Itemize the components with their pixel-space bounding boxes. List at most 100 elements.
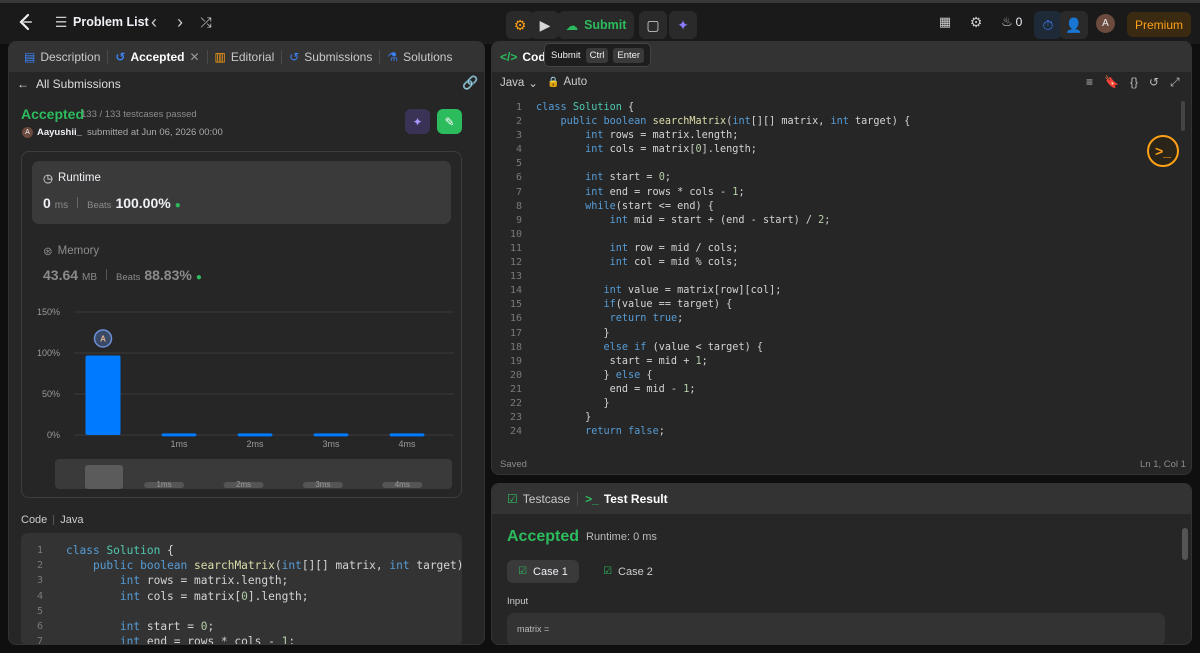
tab-submissions[interactable]: ↺ Submissions bbox=[282, 42, 379, 72]
braces-icon[interactable]: {} bbox=[1130, 75, 1138, 90]
write-solution-button[interactable]: ✎ bbox=[437, 109, 462, 134]
line-number: 18 bbox=[509, 341, 522, 353]
prev-problem-icon[interactable]: ‹ bbox=[146, 11, 162, 33]
next-problem-icon[interactable]: › bbox=[172, 11, 188, 33]
tab-label: Editorial bbox=[230, 50, 275, 64]
code-editor-panel: </> Code Submit Ctrl Enter Java ⌄ 🔒 Auto ≡ 🔖… bbox=[491, 41, 1192, 475]
submit-label: Submit bbox=[584, 18, 627, 32]
beats-badge-icon: ● bbox=[195, 272, 202, 283]
submission-status: Accepted bbox=[21, 106, 85, 122]
tab-label: Submissions bbox=[304, 50, 373, 64]
ai-assistant-button[interactable]: ✦ bbox=[669, 11, 697, 39]
submit-button[interactable]: ☁ Submit bbox=[558, 11, 634, 39]
settings-icon[interactable]: ⚙ bbox=[967, 13, 985, 31]
terminal-icon: >_ bbox=[585, 492, 599, 506]
problem-list-link[interactable]: Problem List bbox=[73, 13, 149, 31]
analyze-ai-button[interactable]: ✦ bbox=[405, 109, 430, 134]
case-2-button[interactable]: ☑ Case 2 bbox=[592, 560, 664, 583]
reset-icon[interactable]: ↺ bbox=[1149, 75, 1159, 90]
user-avatar: A bbox=[22, 127, 33, 138]
code-line: 24 return false; bbox=[500, 425, 1180, 439]
problem-list-icon[interactable]: ☰ bbox=[52, 13, 70, 31]
chart-bar[interactable] bbox=[313, 433, 349, 437]
code-text: public boolean searchMatrix(int[][] matr… bbox=[92, 559, 462, 573]
tab-solutions[interactable]: ⚗ Solutions bbox=[380, 42, 459, 72]
tab-test-result[interactable]: >_ Test Result bbox=[578, 484, 674, 514]
case-1-button[interactable]: ☑ Case 1 bbox=[507, 560, 579, 583]
tab-accepted[interactable]: ↺ Accepted ✕ bbox=[108, 42, 206, 72]
timer-button[interactable]: ⏱ bbox=[1034, 11, 1062, 39]
line-number: 5 bbox=[36, 605, 43, 617]
line-number: 13 bbox=[509, 271, 522, 283]
link-icon[interactable]: 🔗 bbox=[462, 75, 478, 91]
chart-bar[interactable] bbox=[161, 433, 197, 437]
back-label: All Submissions bbox=[36, 77, 121, 91]
run-button[interactable]: ▶ bbox=[531, 11, 559, 39]
avatar[interactable]: A bbox=[1096, 14, 1115, 33]
tab-testcase[interactable]: ☑ Testcase bbox=[500, 484, 577, 514]
code-editor[interactable]: 1 class Solution {2 public boolean search… bbox=[500, 101, 1180, 446]
tab-editorial[interactable]: ▥ Editorial bbox=[208, 42, 282, 72]
code-text: public boolean searchMatrix(int[][] matr… bbox=[560, 116, 911, 128]
code-text: int end = rows * cols - 1; bbox=[119, 635, 296, 645]
code-line: 18 else if (value < target) { bbox=[500, 341, 1180, 355]
code-text: return true; bbox=[609, 313, 684, 325]
leetcode-logo-icon[interactable] bbox=[14, 11, 36, 33]
chart-bar[interactable] bbox=[237, 433, 273, 437]
checkbox-icon: ☑ bbox=[507, 492, 518, 506]
chart-range-slider[interactable]: 1ms 2ms 3ms 4ms bbox=[55, 459, 452, 489]
code-line: 23 } bbox=[500, 411, 1180, 425]
bookmark-icon[interactable]: 🔖 bbox=[1104, 75, 1119, 90]
expand-icon[interactable]: ⤢ bbox=[1170, 75, 1180, 90]
runtime-card[interactable]: ◷ Runtime 0 ms Beats 100.00% ● bbox=[32, 161, 451, 224]
code-line: 19 start = mid + 1; bbox=[500, 355, 1180, 369]
check-icon: ☑ bbox=[603, 566, 613, 577]
code-text: int mid = start + (end - start) / 2; bbox=[609, 214, 831, 226]
memory-icon: ⊛ bbox=[43, 246, 53, 258]
code-line: 10 bbox=[500, 228, 1180, 242]
code-line: 7 int end = rows * cols - 1; bbox=[500, 186, 1180, 200]
memory-card[interactable]: ⊛ Memory 43.64 MB Beats 88.83% ● bbox=[32, 236, 451, 296]
y-tick-label: 100% bbox=[37, 348, 60, 358]
marker-label: A bbox=[100, 334, 106, 343]
chevron-down-icon: ⌄ bbox=[528, 78, 538, 90]
memory-unit: MB bbox=[82, 272, 98, 283]
code-text: else if (value < target) { bbox=[603, 341, 763, 353]
language-value: Java bbox=[500, 77, 525, 89]
result-scrollbar[interactable] bbox=[1182, 528, 1188, 560]
username[interactable]: Aayushii_ bbox=[37, 127, 82, 138]
add-friend-button[interactable]: 👤 bbox=[1060, 11, 1088, 39]
submitted-at: submitted at Jun 06, 2026 00:00 bbox=[87, 127, 223, 138]
line-number: 3 bbox=[515, 130, 522, 142]
line-number: 11 bbox=[509, 242, 522, 254]
code-text: class Solution { bbox=[536, 102, 635, 113]
runtime-beats-label: Beats bbox=[87, 200, 112, 211]
memory-label: Memory bbox=[57, 245, 100, 257]
code-text: int rows = matrix.length; bbox=[585, 130, 739, 142]
cloud-upload-icon: ☁ bbox=[565, 18, 579, 33]
tab-description[interactable]: ▤ Description bbox=[17, 42, 107, 72]
overview-label: 2ms bbox=[236, 480, 251, 489]
notes-button[interactable]: ▢ bbox=[639, 11, 667, 39]
memory-value: 43.64 bbox=[43, 267, 79, 283]
shuffle-icon[interactable]: ⤮ bbox=[197, 12, 215, 32]
back-link[interactable]: ← All Submissions bbox=[17, 75, 121, 93]
terminal-fab[interactable]: >_ bbox=[1147, 135, 1179, 167]
line-number: 4 bbox=[36, 590, 43, 602]
close-icon[interactable]: ✕ bbox=[189, 50, 199, 64]
slider-overview: 1ms 2ms 3ms 4ms bbox=[144, 480, 423, 489]
x-tick-label: 3ms bbox=[322, 439, 340, 449]
line-number: 10 bbox=[509, 228, 522, 240]
language-select[interactable]: Java ⌄ bbox=[500, 76, 538, 90]
line-number: 7 bbox=[515, 186, 522, 198]
code-line: 16 return true; bbox=[500, 312, 1180, 326]
code-text: int value = matrix[row][col]; bbox=[603, 285, 782, 297]
debug-button[interactable]: ⚙ bbox=[506, 11, 534, 39]
auto-mode[interactable]: 🔒 Auto bbox=[547, 76, 587, 88]
format-icon[interactable]: ≡ bbox=[1086, 75, 1093, 90]
chart-bar[interactable] bbox=[85, 355, 121, 435]
chart-bar[interactable] bbox=[389, 433, 425, 437]
layout-icon[interactable]: ▦ bbox=[936, 13, 954, 31]
editor-scrollbar[interactable] bbox=[1181, 101, 1185, 131]
premium-button[interactable]: Premium bbox=[1127, 12, 1191, 37]
